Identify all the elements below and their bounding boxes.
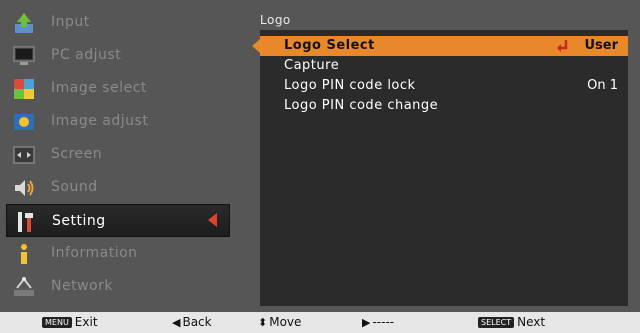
- menu-row-logo-pin-code-change[interactable]: Logo PIN code change: [260, 96, 628, 116]
- menu-row-logo-pin-code-lock[interactable]: Logo PIN code lock On 1: [260, 76, 628, 96]
- sidebar-item-image-select[interactable]: Image select: [6, 72, 230, 105]
- select-key-badge: SELECT: [478, 317, 515, 328]
- help-next-arrow: ▶ -----: [362, 315, 394, 331]
- projector-menu-screen: Input PC adjust Image select Image adjus…: [0, 0, 640, 333]
- help-next-arrow-label: -----: [372, 315, 395, 329]
- menu-row-value: User: [584, 38, 618, 53]
- active-indicator-arrow: [208, 213, 217, 227]
- help-next: SELECT Next: [478, 315, 545, 331]
- sidebar-item-label: Screen: [51, 146, 103, 162]
- input-icon: [12, 11, 36, 35]
- move-arrows-icon: ⬍: [258, 316, 268, 329]
- network-icon: [12, 275, 36, 299]
- help-move-label: Move: [269, 315, 302, 329]
- menu-row-label: Logo PIN code change: [284, 98, 439, 113]
- sidebar-item-label: PC adjust: [51, 47, 122, 63]
- help-exit: MENU Exit: [42, 315, 98, 331]
- help-next-label: Next: [517, 315, 546, 329]
- sidebar-item-image-adjust[interactable]: Image adjust: [6, 105, 230, 138]
- image-adjust-icon: [12, 110, 36, 134]
- menu-row-label: Logo PIN code lock: [284, 78, 416, 93]
- right-arrow-icon: ▶: [362, 316, 371, 329]
- sidebar-item-label: Image select: [51, 80, 147, 96]
- pc-adjust-icon: [12, 44, 36, 68]
- menu-key-badge: MENU: [42, 317, 72, 328]
- menu-row-label: Logo Select: [284, 38, 375, 53]
- sidebar-item-network[interactable]: Network: [6, 270, 230, 303]
- help-bar: MENU Exit ◀ Back ⬍ Move ▶ ----- SELECT Next: [0, 312, 640, 333]
- sidebar-item-label: Information: [51, 245, 138, 261]
- screen-icon: [12, 143, 36, 167]
- help-back: ◀ Back: [172, 315, 212, 331]
- information-icon: [12, 242, 36, 266]
- menu-frame: Input PC adjust Image select Image adjus…: [0, 0, 640, 312]
- sidebar-item-label: Setting: [52, 213, 106, 229]
- sidebar-item-label: Image adjust: [51, 113, 149, 129]
- sidebar-item-input[interactable]: Input: [6, 6, 230, 39]
- sidebar-item-sound[interactable]: Sound: [6, 171, 230, 204]
- image-select-icon: [12, 77, 36, 101]
- sidebar-item-pc-adjust[interactable]: PC adjust: [6, 39, 230, 72]
- sound-icon: [12, 176, 36, 200]
- back-arrow-icon: ◀: [172, 316, 181, 329]
- sidebar-item-setting[interactable]: Setting: [6, 204, 230, 237]
- sidebar-item-label: Sound: [51, 179, 98, 195]
- help-back-label: Back: [182, 315, 212, 329]
- enter-icon: [556, 39, 570, 53]
- logo-submenu-panel: Logo Logo Select User Capture Logo PIN c…: [232, 6, 628, 306]
- help-move: ⬍ Move: [258, 315, 301, 331]
- menu-row-label: Capture: [284, 58, 340, 73]
- menu-row-logo-select[interactable]: Logo Select User: [252, 36, 628, 56]
- sidebar-item-label: Network: [51, 278, 113, 294]
- row-pointer-icon: [252, 39, 260, 53]
- sidebar-item-information[interactable]: Information: [6, 237, 230, 270]
- menu-row-value: On 1: [587, 78, 618, 93]
- sidebar: Input PC adjust Image select Image adjus…: [6, 6, 230, 306]
- help-exit-label: Exit: [74, 315, 98, 329]
- sidebar-item-screen[interactable]: Screen: [6, 138, 230, 171]
- setting-icon: [13, 210, 37, 234]
- sidebar-item-label: Input: [51, 14, 90, 30]
- menu-row-capture[interactable]: Capture: [260, 56, 628, 76]
- panel-body: Logo Select User Capture Logo PIN code l…: [252, 30, 628, 306]
- panel-title: Logo: [260, 13, 291, 27]
